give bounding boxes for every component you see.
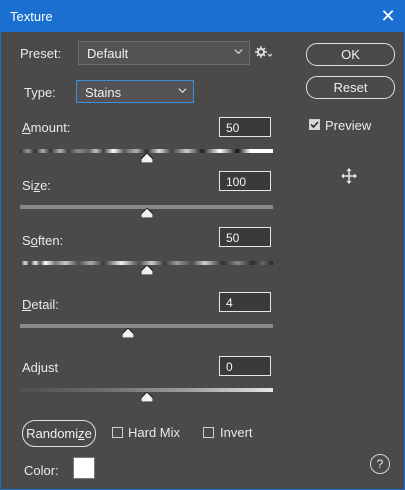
- detail-label: Detail:: [22, 297, 59, 312]
- ok-button[interactable]: OK: [306, 43, 395, 66]
- help-icon[interactable]: ?: [370, 454, 390, 474]
- preset-value: Default: [87, 46, 129, 61]
- move-icon[interactable]: [341, 168, 357, 184]
- adjust-field[interactable]: 0: [219, 356, 271, 376]
- type-label: Type:: [24, 85, 56, 100]
- color-swatch[interactable]: [73, 457, 95, 479]
- amount-label: Amount:: [22, 120, 71, 135]
- check-icon: [310, 121, 319, 129]
- texture-dialog: Texture ✕ Preset: Default Type: Stains O…: [0, 0, 405, 490]
- color-label: Color:: [24, 463, 59, 478]
- preset-dropdown[interactable]: Default: [78, 41, 250, 65]
- hard-mix-checkbox[interactable]: [112, 427, 123, 438]
- type-value: Stains: [85, 85, 122, 100]
- soften-field[interactable]: 50: [219, 227, 271, 247]
- size-field[interactable]: 100: [219, 171, 271, 191]
- dialog-title: Texture: [10, 9, 53, 24]
- hard-mix-label: Hard Mix: [128, 425, 181, 440]
- soften-label: Soften:: [22, 233, 64, 248]
- chevron-down-icon: [234, 49, 243, 55]
- detail-field[interactable]: 4: [219, 292, 271, 312]
- close-icon[interactable]: ✕: [372, 1, 404, 32]
- type-dropdown[interactable]: Stains: [76, 80, 194, 103]
- preview-checkbox[interactable]: [309, 119, 320, 130]
- randomize-button[interactable]: Randomize: [22, 420, 96, 447]
- adjust-label: Adjust: [22, 360, 59, 375]
- gear-icon[interactable]: [255, 45, 273, 59]
- preview-label: Preview: [325, 118, 372, 133]
- detail-slider-track[interactable]: [20, 324, 273, 328]
- invert-checkbox[interactable]: [203, 427, 214, 438]
- size-label: Size:: [22, 178, 51, 193]
- title-bar[interactable]: Texture ✕: [1, 1, 404, 32]
- invert-label: Invert: [220, 425, 253, 440]
- preset-label: Preset:: [20, 46, 62, 61]
- amount-field[interactable]: 50: [219, 117, 271, 137]
- reset-button[interactable]: Reset: [306, 76, 395, 99]
- chevron-down-icon: [178, 88, 187, 94]
